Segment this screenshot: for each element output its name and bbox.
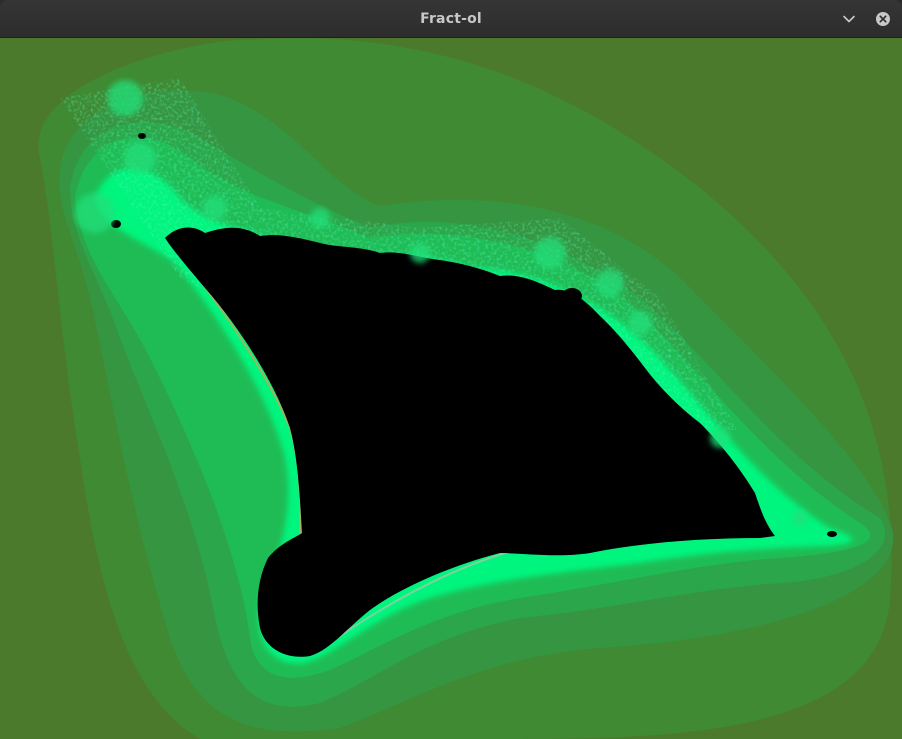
minimize-button[interactable] (839, 9, 859, 29)
interior-island-4 (827, 531, 837, 537)
chevron-down-icon (843, 15, 855, 23)
fractal-canvas[interactable] (0, 38, 902, 739)
close-icon (876, 12, 890, 26)
window-title: Fract-ol (420, 11, 482, 27)
interior-island-1 (562, 288, 582, 304)
close-button[interactable] (873, 9, 893, 29)
interior-island-3 (138, 133, 146, 139)
title-bar[interactable]: Fract-ol (0, 0, 902, 38)
app-window: Fract-ol (0, 0, 902, 739)
fractal-image (0, 38, 902, 739)
